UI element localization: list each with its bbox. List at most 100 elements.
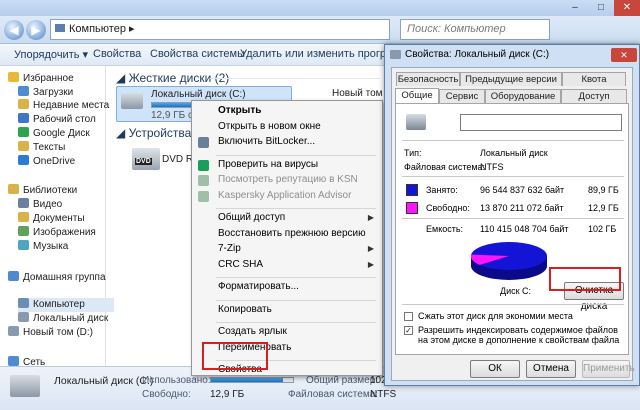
free-color-swatch bbox=[406, 202, 418, 214]
nav-item-label: Загрузки bbox=[33, 87, 74, 98]
submenu-arrow-icon: ▶ bbox=[367, 244, 374, 253]
title-bar[interactable]: – □ ✕ bbox=[0, 0, 640, 16]
drive-icon bbox=[18, 312, 29, 322]
nav-item[interactable]: Рабочий стол bbox=[18, 113, 96, 127]
network-icon bbox=[8, 356, 19, 366]
nav-item[interactable]: Документы bbox=[18, 212, 85, 226]
menu-item[interactable]: Общий доступ bbox=[218, 212, 285, 223]
bitlocker-icon bbox=[198, 137, 209, 148]
nav-item[interactable]: Изображения bbox=[18, 226, 96, 240]
menu-item[interactable]: Включить BitLocker... bbox=[218, 136, 315, 147]
compress-checkbox[interactable] bbox=[404, 312, 413, 321]
divider bbox=[402, 304, 624, 305]
submenu-arrow-icon: ▶ bbox=[367, 213, 374, 222]
nav-item[interactable]: Загрузки bbox=[18, 86, 73, 100]
close-button[interactable]: ✕ bbox=[614, 0, 640, 16]
address-field[interactable]: Компьютер ▸ bbox=[50, 19, 390, 40]
nav-item[interactable]: Недавние места bbox=[18, 99, 109, 113]
nav-item[interactable]: Новый том (D:) bbox=[8, 326, 93, 340]
compress-label: Сжать этот диск для экономии места bbox=[418, 311, 573, 321]
tab-quota[interactable]: Квота bbox=[562, 72, 626, 86]
nav-item[interactable]: Компьютер bbox=[18, 298, 114, 312]
capacity-label: Емкость: bbox=[426, 224, 464, 234]
tab-security[interactable]: Безопасность bbox=[396, 72, 460, 86]
dialog-title[interactable]: Свойства: Локальный диск (C:) bbox=[385, 45, 639, 65]
nav-item-label: Тексты bbox=[33, 142, 66, 153]
nav-item[interactable]: Google Диск bbox=[18, 127, 90, 141]
menu-item[interactable]: CRC SHA bbox=[218, 259, 263, 270]
cancel-button[interactable]: Отмена bbox=[526, 360, 576, 378]
highlight-disk-cleanup bbox=[549, 267, 621, 291]
google-drive-icon bbox=[18, 127, 29, 137]
search-input[interactable]: Поиск: Компьютер bbox=[400, 19, 550, 40]
used-bytes: 96 544 837 632 байт bbox=[480, 185, 565, 195]
tab-general[interactable]: Общие bbox=[395, 88, 439, 104]
disk-label: Диск C: bbox=[500, 286, 532, 296]
menu-item[interactable]: Создать ярлык bbox=[218, 326, 287, 337]
used-gb: 89,9 ГБ bbox=[588, 185, 619, 195]
ok-button[interactable]: ОК bbox=[470, 360, 520, 378]
type-value: Локальный диск bbox=[480, 148, 548, 158]
properties-dialog: Свойства: Локальный диск (C:) ✕ Безопасн… bbox=[384, 44, 640, 386]
tab-hardware[interactable]: Оборудование bbox=[485, 89, 561, 103]
drive-c-name: Локальный диск (C:) bbox=[151, 89, 246, 100]
address-bar-area: ◀ ▶ Компьютер ▸ Поиск: Компьютер bbox=[0, 16, 640, 44]
maximize-button[interactable]: □ bbox=[588, 0, 614, 16]
nav-item-label: Новый том (D:) bbox=[23, 327, 93, 338]
cloud-icon bbox=[18, 155, 29, 165]
menu-separator bbox=[216, 322, 376, 323]
menu-item[interactable]: 7-Zip bbox=[218, 243, 241, 254]
divider bbox=[402, 140, 624, 141]
menu-item[interactable]: Форматировать... bbox=[218, 281, 299, 292]
status-fs-label: Файловая система: bbox=[288, 389, 379, 400]
volume-label-input[interactable] bbox=[460, 114, 622, 131]
divider bbox=[402, 176, 624, 177]
tab-sharing[interactable]: Доступ bbox=[561, 89, 627, 103]
folder-icon bbox=[18, 141, 29, 151]
image-icon bbox=[18, 226, 29, 236]
dialog-close-button[interactable]: ✕ bbox=[611, 48, 637, 62]
nav-item[interactable]: Локальный диск bbox=[18, 312, 108, 326]
nav-item[interactable]: Избранное bbox=[8, 72, 74, 86]
index-checkbox[interactable]: ✓ bbox=[404, 326, 413, 335]
apply-button[interactable]: Применить bbox=[582, 360, 635, 378]
drive-icon bbox=[390, 50, 401, 59]
properties-button[interactable]: Свойства bbox=[93, 48, 141, 60]
menu-item[interactable]: Восстановить прежнюю версию bbox=[218, 228, 366, 239]
submenu-arrow-icon: ▶ bbox=[367, 259, 374, 269]
nav-item[interactable]: Музыка bbox=[18, 240, 68, 254]
tab-previous-versions[interactable]: Предыдущие версии bbox=[460, 72, 562, 86]
tab-tools[interactable]: Сервис bbox=[439, 89, 485, 103]
capacity-bytes: 110 415 048 704 байт bbox=[480, 224, 569, 234]
system-properties-button[interactable]: Свойства системы bbox=[150, 48, 245, 60]
group-header-devices[interactable]: ◢ Устройства с bbox=[116, 126, 201, 140]
nav-item-label: Видео bbox=[33, 199, 63, 210]
star-icon bbox=[8, 72, 19, 82]
menu-item: Kaspersky Application Advisor bbox=[218, 189, 352, 201]
divider bbox=[402, 218, 624, 219]
nav-item[interactable]: Тексты bbox=[18, 141, 65, 155]
menu-item[interactable]: Копировать bbox=[218, 304, 272, 315]
nav-item[interactable]: Видео bbox=[18, 198, 62, 212]
nav-item[interactable]: OneDrive bbox=[18, 155, 75, 169]
status-free-label: Свободно: bbox=[142, 389, 191, 400]
nav-item[interactable]: Домашняя группа bbox=[8, 271, 106, 285]
menu-item[interactable]: Проверить на вирусы bbox=[218, 159, 318, 170]
back-button[interactable]: ◀ bbox=[4, 20, 24, 40]
dialog-body: Безопасность Предыдущие версии Квота Общ… bbox=[391, 67, 635, 381]
menu-item[interactable]: Открыть bbox=[218, 105, 261, 116]
hard-drive-icon bbox=[121, 93, 143, 109]
menu-item[interactable]: Открыть в новом окне bbox=[218, 121, 321, 132]
forward-button[interactable]: ▶ bbox=[26, 20, 46, 40]
nav-item[interactable]: Библиотеки bbox=[8, 184, 77, 198]
status-total-label: Общий размер: bbox=[306, 375, 379, 386]
organize-button[interactable]: Упорядочить ▾ bbox=[14, 48, 88, 61]
nav-item-label: Домашняя группа bbox=[23, 272, 106, 283]
hard-drive-icon bbox=[10, 375, 40, 397]
capacity-gb: 102 ГБ bbox=[588, 224, 617, 234]
group-label: Устройства с bbox=[128, 126, 201, 140]
minimize-button[interactable]: – bbox=[562, 0, 588, 16]
menu-separator bbox=[216, 277, 376, 278]
dialog-title-text: Свойства: Локальный диск (C:) bbox=[405, 49, 550, 60]
menu-separator bbox=[216, 154, 376, 156]
